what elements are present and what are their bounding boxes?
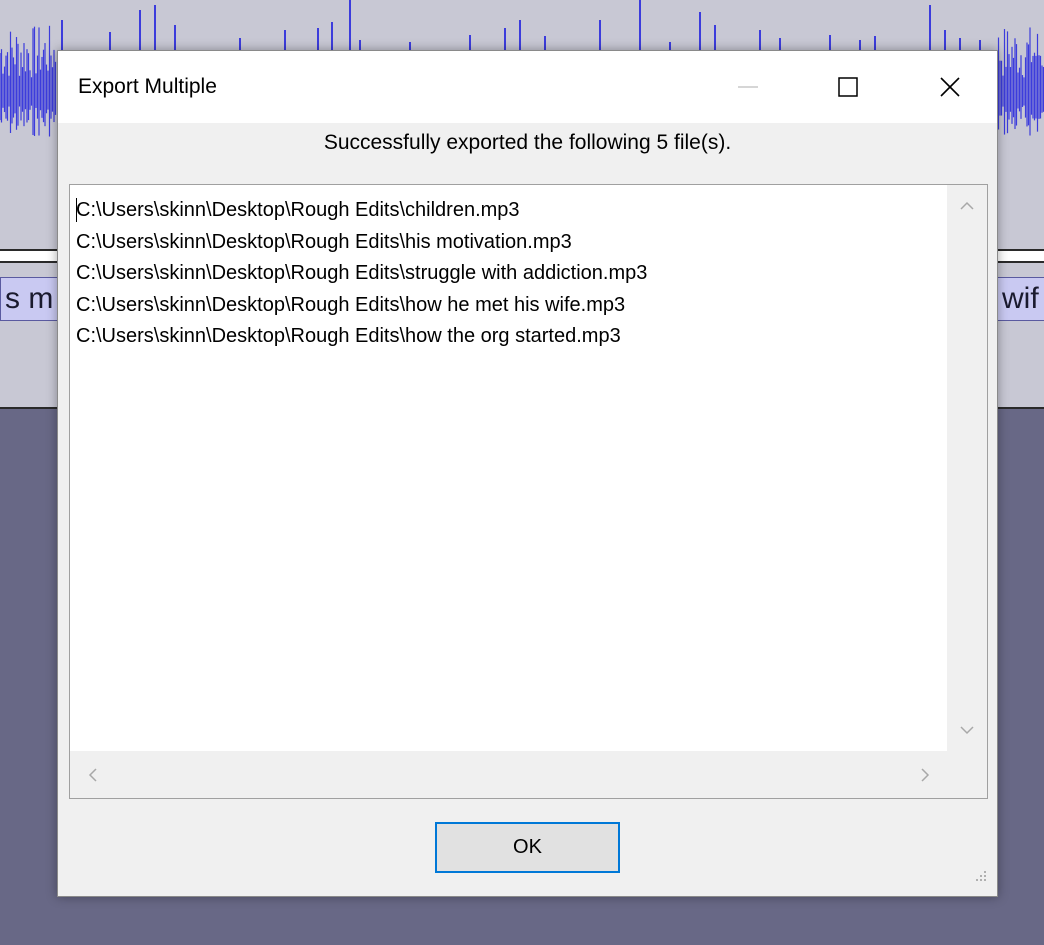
vertical-scrollbar[interactable] <box>947 185 987 751</box>
scrollbar-corner <box>947 751 987 798</box>
chevron-right-icon[interactable] <box>920 767 932 783</box>
chevron-up-icon[interactable] <box>959 199 975 211</box>
horizontal-scrollbar[interactable] <box>70 751 947 798</box>
export-multiple-dialog: Export Multiple Successfully exported th… <box>57 50 998 897</box>
chevron-left-icon[interactable] <box>86 767 98 783</box>
exported-files-list[interactable]: C:\Users\skinn\Desktop\Rough Edits\child… <box>76 195 936 755</box>
maximize-button[interactable] <box>803 51 893 123</box>
dialog-title: Export Multiple <box>78 75 217 98</box>
maximize-icon <box>838 77 858 97</box>
minimize-icon <box>738 86 758 88</box>
list-item[interactable]: C:\Users\skinn\Desktop\Rough Edits\how h… <box>76 290 936 322</box>
exported-files-textbox[interactable]: C:\Users\skinn\Desktop\Rough Edits\child… <box>69 184 988 799</box>
export-success-message: Successfully exported the following 5 fi… <box>323 131 732 154</box>
list-item[interactable]: C:\Users\skinn\Desktop\Rough Edits\strug… <box>76 258 936 290</box>
minimize-button[interactable] <box>703 51 793 123</box>
close-icon <box>940 77 960 97</box>
list-item[interactable]: C:\Users\skinn\Desktop\Rough Edits\child… <box>76 195 936 227</box>
text-caret <box>76 198 77 222</box>
clip-label-left[interactable]: s m <box>0 277 62 321</box>
list-item[interactable]: C:\Users\skinn\Desktop\Rough Edits\his m… <box>76 227 936 259</box>
title-bar[interactable]: Export Multiple <box>58 51 997 123</box>
ok-button-label: OK <box>513 836 542 858</box>
chevron-down-icon[interactable] <box>959 725 975 737</box>
ok-button[interactable]: OK <box>435 822 620 873</box>
close-button[interactable] <box>905 51 995 123</box>
resize-grip-icon[interactable] <box>970 869 990 889</box>
clip-label-right[interactable]: wif <box>997 277 1044 321</box>
list-item[interactable]: C:\Users\skinn\Desktop\Rough Edits\how t… <box>76 321 936 353</box>
